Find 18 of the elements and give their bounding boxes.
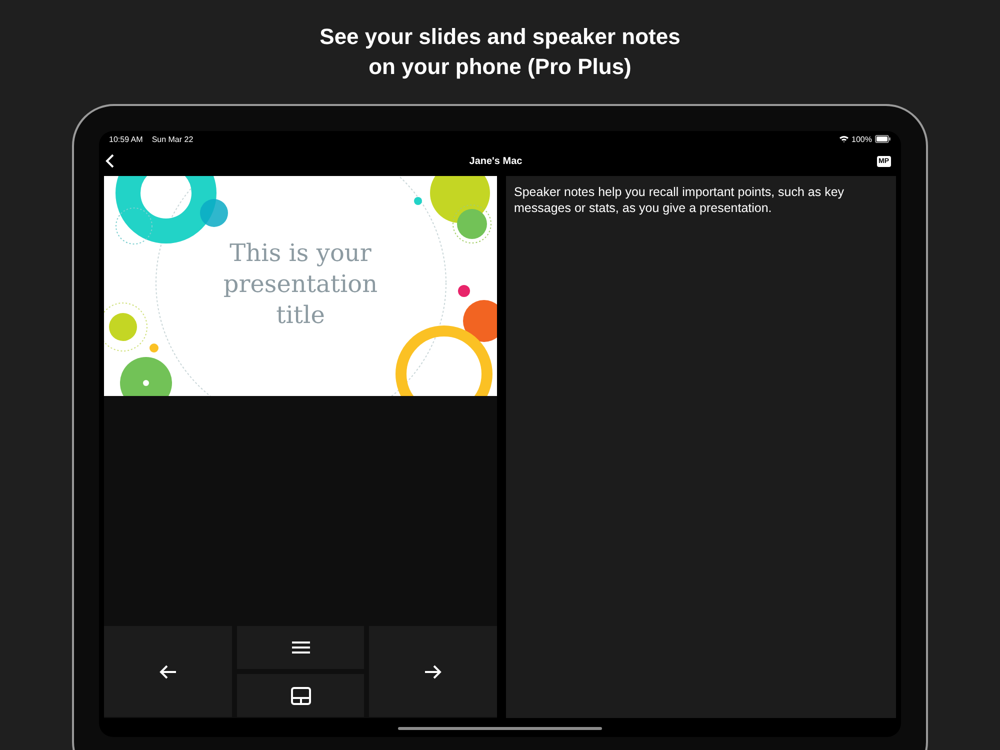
status-date: Sun Mar 22 [152,134,194,144]
wifi-icon [838,135,849,143]
previous-slide-button[interactable] [104,626,232,717]
layout-icon [290,686,310,704]
layout-button[interactable] [237,674,364,717]
battery-icon [875,135,891,143]
menu-icon [292,641,310,654]
back-chevron-icon[interactable] [105,154,115,168]
nav-title: Jane's Mac [469,156,522,166]
right-arrow-icon [424,664,442,680]
headline: See your slides and speaker notes on your phone (Pro Plus) [320,23,680,81]
menu-button[interactable] [237,626,364,669]
next-slide-button[interactable] [369,626,497,717]
left-arrow-icon [159,664,177,680]
status-time: 10:59 AM [109,134,143,144]
slide-title: This is your presentation title [222,238,379,331]
speaker-notes-text: Speaker notes help you recall important points, such as key messages or stats, as you give a presentation. [514,184,846,216]
battery-percent: 100% [852,134,872,144]
